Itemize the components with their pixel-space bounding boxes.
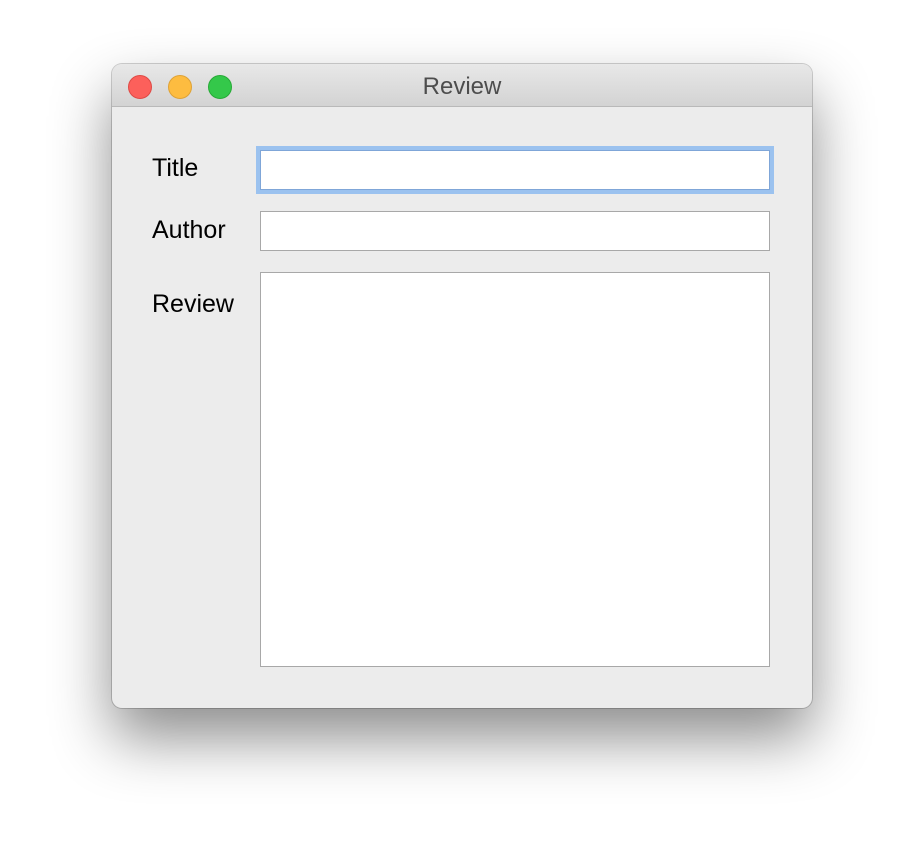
title-label: Title [152, 154, 199, 182]
title-bar[interactable]: Review [112, 64, 812, 107]
title-input[interactable] [260, 150, 770, 190]
review-textarea[interactable] [260, 272, 770, 667]
author-label: Author [152, 216, 226, 244]
window-title: Review [422, 73, 502, 100]
author-input[interactable] [260, 211, 770, 251]
review-window: Review Title Author Review [112, 64, 812, 708]
review-label: Review [152, 290, 234, 318]
